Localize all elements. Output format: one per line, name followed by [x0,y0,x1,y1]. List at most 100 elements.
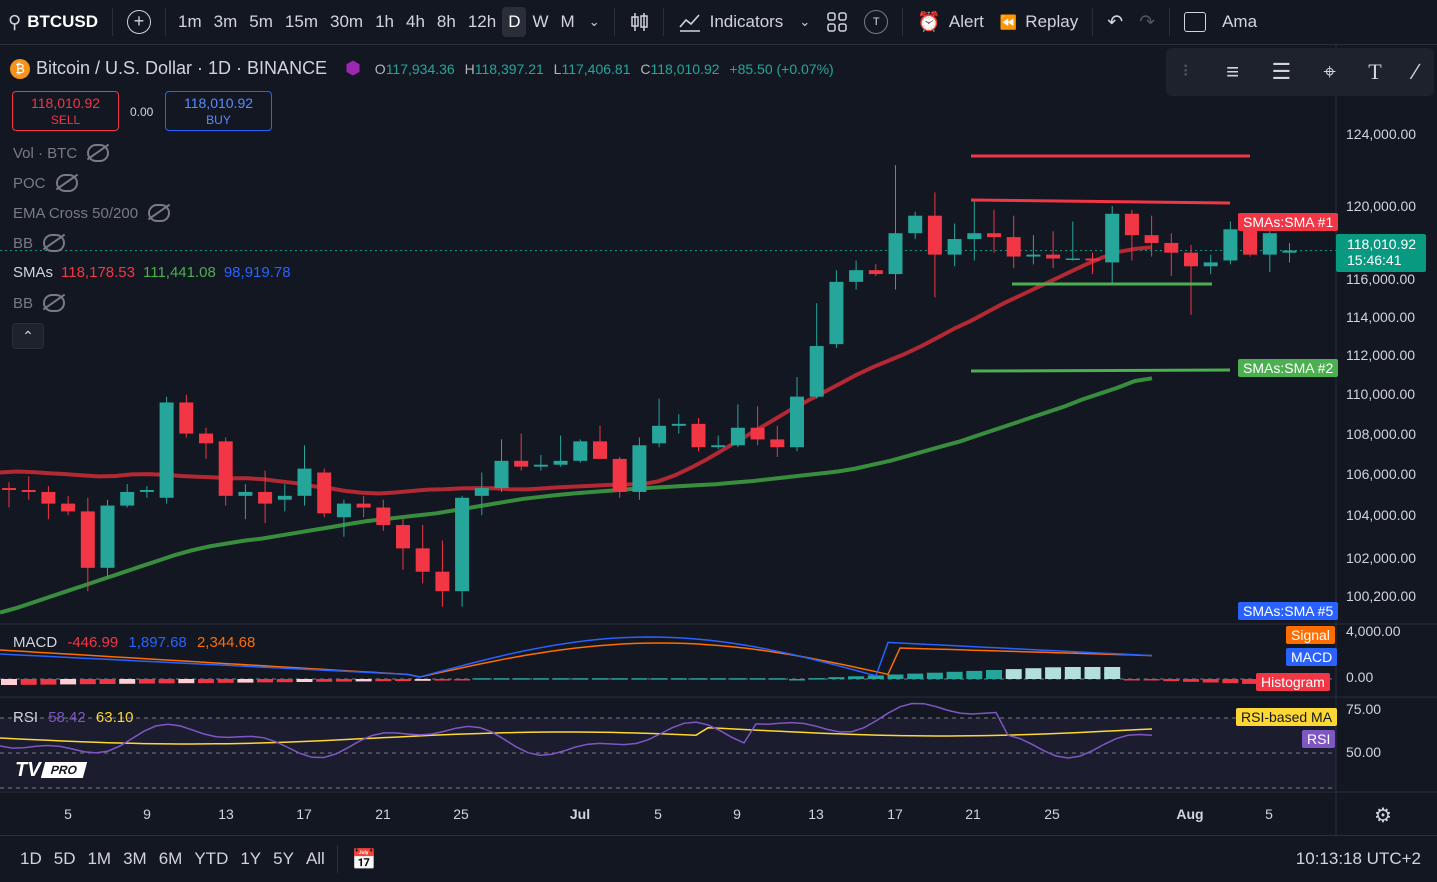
date-tick: 25 [1044,806,1060,822]
pattern-tool-icon[interactable]: ⌖ [1324,59,1336,85]
candle-body [120,491,135,506]
macd-histogram-bar [828,677,845,679]
candle-body [1243,229,1258,255]
candle-body [711,445,726,448]
candle-body [415,548,430,572]
macd-histogram-bar [789,679,805,681]
open-value: 117,934.36 [385,60,455,77]
range-1M[interactable]: 1M [81,849,117,869]
indicator-vol[interactable]: Vol · BTC [13,144,110,162]
indicator-poc[interactable]: POC [13,174,78,192]
macd-histogram-bar [651,678,668,680]
indicator-label: EMA Cross 50/200 [13,204,139,222]
macd-histogram-bar [335,679,352,682]
macd-histogram-bar [138,679,155,684]
candle-body [770,439,785,448]
hexagon-icon[interactable]: ⬢ [345,58,361,79]
candle-body [159,402,174,498]
divider [336,845,338,873]
eye-hidden-icon[interactable] [43,294,66,312]
candle-body [494,460,509,489]
date-tick: 25 [453,806,469,822]
range-3M[interactable]: 3M [117,849,153,869]
range-5Y[interactable]: 5Y [267,849,300,869]
eye-hidden-icon[interactable] [87,144,110,162]
brush-tool-icon[interactable]: ∕ [1414,59,1418,85]
candle-body [356,503,371,508]
macd-histogram-bar [276,679,293,683]
indicator-smas[interactable]: SMAs 118,178.53 111,441.08 98,919.78 [13,264,291,281]
candle-body [1262,233,1277,255]
eye-hidden-icon[interactable] [148,204,171,222]
rsi-ma-tag: RSI-based MA [1236,708,1338,726]
date-tick: 21 [375,806,391,822]
macd-histogram-bar [1084,667,1101,679]
tradingview-logo[interactable]: TV PRO [15,759,87,781]
macd-histogram-bar [493,678,510,680]
macd-histogram-bar [355,679,372,682]
price-tick: 100,200.00 [1346,588,1417,604]
indicator-ema-cross[interactable]: EMA Cross 50/200 [13,204,171,222]
fib-tool-icon[interactable]: ☰ [1271,59,1291,85]
macd-histogram-bar [532,678,549,680]
macd-histogram-bar [1005,669,1022,679]
indicator-label: Vol · BTC [13,144,78,162]
range-YTD[interactable]: YTD [188,849,234,869]
range-group: 1D 5D 1M 3M 6M YTD 1Y 5Y All [14,849,331,869]
macd-histogram-bar [60,679,77,685]
range-1Y[interactable]: 1Y [234,849,267,869]
range-1D[interactable]: 1D [14,849,48,869]
rsi-legend[interactable]: RSI 58.42 63.10 [13,709,133,726]
candle-body [1203,262,1218,267]
eye-hidden-icon[interactable] [43,234,66,252]
range-5D[interactable]: 5D [48,849,82,869]
macd-legend[interactable]: MACD -446.99 1,897.68 2,344.68 [13,634,255,651]
price-tick: 110,000.00 [1346,386,1416,402]
rsi-band [0,718,1336,790]
macd-histogram-bar [1064,667,1081,679]
candle-body [41,491,56,504]
macd-histogram-bar [592,678,608,680]
candle-body [238,491,253,496]
macd-histogram-bar [198,679,214,683]
resistance-line [970,198,1231,205]
candle-body [849,270,864,282]
buy-button[interactable]: 118,010.92 BUY [165,91,272,131]
macd-histogram-bar [670,678,687,680]
candle-body [179,402,194,434]
indicator-bb-2[interactable]: BB [13,294,66,312]
macd-histogram-bar [20,679,37,685]
legend-title[interactable]: Bitcoin / U.S. Dollar · 1D · BINANCE [36,58,327,79]
candle-body [199,433,213,444]
change-value: +85.50 (+0.07%) [729,60,834,77]
candle-body [652,425,667,444]
date-tick: 9 [733,806,741,822]
macd-histogram-bar [316,679,333,682]
candle-body [100,505,115,568]
candle-body [868,270,883,275]
rsi-tag: RSI [1302,730,1336,748]
text-tool-icon[interactable]: T [1368,59,1381,85]
range-All[interactable]: All [300,849,331,869]
clock[interactable]: 10:13:18 UTC+2 [1296,849,1421,869]
candle-body [21,490,36,492]
sell-price: 118,010.92 [30,95,101,111]
range-6M[interactable]: 6M [153,849,189,869]
settings-gear-icon[interactable]: ⚙ [1374,803,1392,828]
sma5-tag: SMAs:SMA #5 [1238,602,1339,620]
goto-date-icon[interactable]: 📅 [352,847,377,872]
trendline-tool-icon[interactable]: ≡ [1226,59,1239,85]
indicator-bb[interactable]: BB [13,234,66,252]
sell-button[interactable]: 118,010.92 SELL [12,91,119,131]
date-tick: 5 [654,806,662,822]
macd-histogram-bar [926,672,943,679]
macd-histogram-bar [1025,668,1042,679]
sma2-tag: SMAs:SMA #2 [1238,359,1339,377]
macd-histogram-bar [907,673,924,679]
drag-handle-icon[interactable]: ⠇ [1182,62,1194,82]
macd-histogram-bar [710,678,727,680]
eye-hidden-icon[interactable] [55,174,78,192]
collapse-legend-button[interactable]: ⌃ [12,323,44,349]
candle-body [730,427,745,446]
macd-histogram-bar [257,679,274,683]
